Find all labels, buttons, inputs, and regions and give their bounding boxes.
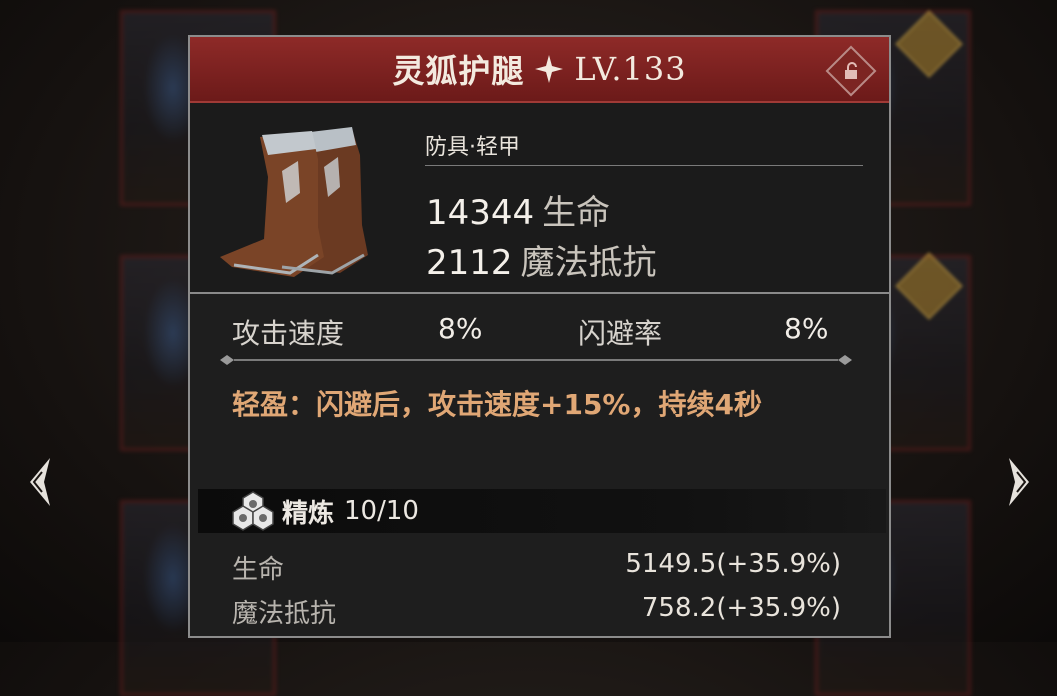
sub-stat-label: 攻击速度 (232, 317, 345, 350)
lock-icon (845, 62, 857, 79)
refine-stat-value: 5149.5(+35.9%) (625, 549, 841, 579)
previous-item-button[interactable] (20, 452, 60, 512)
star-icon (534, 54, 564, 84)
next-item-button[interactable] (999, 452, 1039, 512)
item-name: 灵狐护腿 (392, 52, 525, 90)
title-bar: 灵狐护腿 LV.133 (190, 37, 889, 103)
item-tooltip-panel: 灵狐护腿 LV.133 防具·轻甲 14344 生命 2112 魔法抵抗 攻击速… (188, 35, 891, 638)
refine-header: 精炼 10/10 (198, 489, 886, 533)
item-type: 防具·轻甲 (425, 135, 520, 160)
refine-label: 精炼 (282, 498, 335, 529)
main-stat-magic-resist: 2112 魔法抵抗 (426, 243, 657, 283)
ornate-divider (220, 355, 852, 365)
sub-stats: 攻击速度 8% 闪避率 8% (190, 294, 889, 354)
main-stat-hp: 14344 生命 (426, 193, 611, 233)
arrow-right-icon (1009, 458, 1029, 506)
item-level: LV.133 (574, 50, 687, 88)
refine-orbs-icon (232, 491, 274, 531)
arrow-left-icon (30, 458, 50, 506)
boots-image (220, 127, 368, 277)
sub-stat-value: 8% (784, 312, 829, 345)
refine-value: 10/10 (344, 496, 419, 526)
item-effect-text: 轻盈：闪避后，攻击速度+15%，持续4秒 (232, 388, 762, 421)
sub-stat-label: 闪避率 (578, 317, 663, 350)
divider (425, 165, 863, 166)
refine-stat-label: 魔法抵抗 (232, 599, 337, 629)
lock-toggle-button[interactable] (825, 45, 877, 97)
refine-stat-value: 758.2(+35.9%) (641, 593, 841, 623)
refine-stat-label: 生命 (232, 555, 285, 585)
item-summary: 防具·轻甲 14344 生命 2112 魔法抵抗 (190, 103, 889, 294)
sub-stat-value: 8% (438, 312, 483, 345)
